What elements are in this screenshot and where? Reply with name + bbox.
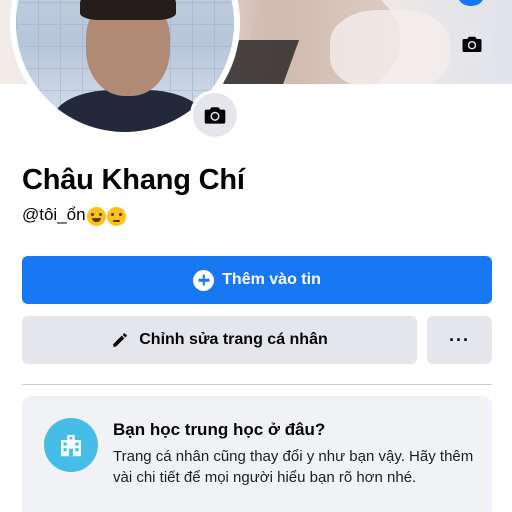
edit-profile-button[interactable]: Chỉnh sửa trang cá nhân bbox=[22, 316, 417, 364]
add-to-story-label: Thêm vào tin bbox=[222, 271, 321, 288]
camera-icon bbox=[462, 36, 482, 52]
more-options-button[interactable]: ··· bbox=[427, 316, 492, 364]
profile-handle: @tôi_ổn bbox=[22, 205, 86, 224]
high-school-prompt-card[interactable]: Bạn học trung học ở đâu? Trang cá nhân c… bbox=[22, 396, 492, 512]
profile-handle-row: @tôi_ổn bbox=[22, 205, 126, 226]
eye-roll-emoji-icon bbox=[106, 206, 126, 226]
edit-profile-label: Chỉnh sửa trang cá nhân bbox=[139, 331, 328, 348]
grinning-sweat-emoji-icon bbox=[86, 206, 106, 226]
school-building-icon bbox=[44, 418, 98, 472]
section-divider bbox=[22, 384, 492, 385]
cover-badge bbox=[458, 0, 484, 6]
plus-circle-icon bbox=[193, 269, 215, 291]
avatar-shirt bbox=[54, 90, 204, 132]
profile-picture-camera-button[interactable] bbox=[190, 90, 240, 140]
pencil-icon bbox=[113, 333, 127, 347]
prompt-card-title: Bạn học trung học ở đâu? bbox=[113, 420, 326, 439]
cover-photo-detail bbox=[330, 10, 450, 84]
profile-name: Châu Khang Chí bbox=[22, 164, 245, 196]
more-dots-icon: ··· bbox=[449, 329, 470, 350]
school-building-glyph bbox=[61, 435, 81, 457]
camera-icon bbox=[204, 107, 226, 124]
avatar-hair bbox=[80, 0, 176, 20]
cover-camera-button[interactable] bbox=[450, 22, 494, 66]
prompt-card-body: Trang cá nhân cũng thay đổi y như bạn vậ… bbox=[113, 448, 474, 486]
add-to-story-button[interactable]: Thêm vào tin bbox=[22, 256, 492, 304]
